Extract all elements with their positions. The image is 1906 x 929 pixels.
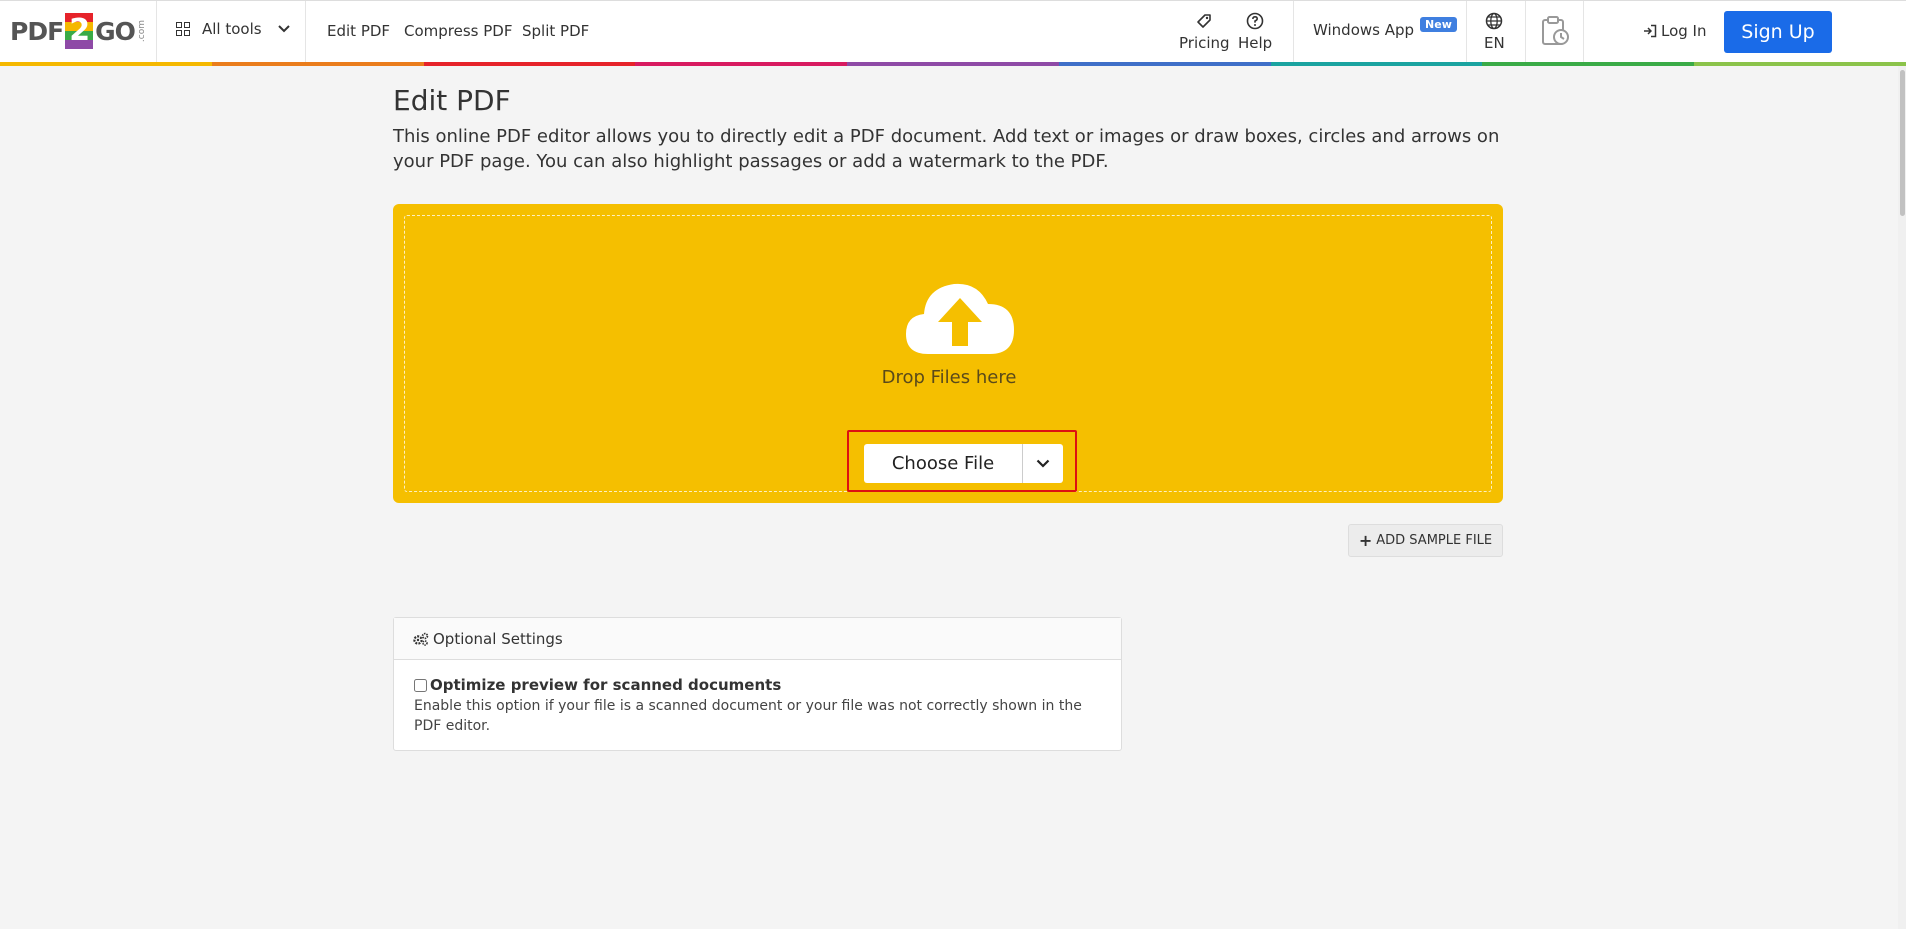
logo-text-com: .com (136, 19, 147, 43)
rainbow-segment (1058, 62, 1271, 66)
choose-file-button[interactable]: Choose File (864, 444, 1023, 483)
pdf2go-logo[interactable]: PDF 2 GO .com (10, 13, 147, 49)
optimize-preview-checkbox[interactable] (414, 678, 427, 692)
rainbow-segment (0, 62, 212, 66)
chevron-down-icon (277, 22, 290, 37)
rainbow-segment (635, 62, 848, 66)
all-tools-label: All tools (202, 20, 262, 38)
drop-files-label: Drop Files here (881, 367, 1017, 388)
page-title: Edit PDF (393, 84, 511, 117)
file-drop-zone[interactable]: Drop Files here Choose File (393, 204, 1503, 503)
logo-text-2: 2 (69, 13, 90, 48)
scrollbar-thumb[interactable] (1900, 70, 1905, 216)
new-badge: New (1420, 16, 1457, 32)
rainbow-segment (423, 62, 636, 66)
divider (1583, 1, 1584, 63)
nav-split-pdf[interactable]: Split PDF (522, 22, 589, 40)
choose-file-button-group[interactable]: Choose File (864, 444, 1063, 483)
divider (305, 1, 306, 63)
add-sample-label: ADD SAMPLE FILE (1376, 533, 1493, 548)
globe-icon (1484, 11, 1504, 31)
nav-compress-pdf[interactable]: Compress PDF (404, 22, 512, 40)
windows-app-label: Windows App (1313, 21, 1415, 39)
rainbow-segment (1694, 62, 1906, 66)
divider (1466, 1, 1467, 63)
pricing-label: Pricing (1179, 34, 1230, 52)
login-link[interactable]: Log In (1643, 22, 1707, 40)
chevron-down-icon (1036, 459, 1050, 468)
rainbow-segment (211, 62, 424, 66)
optimize-preview-help: Enable this option if your file is a sca… (414, 698, 1082, 734)
divider (1293, 1, 1294, 63)
gears-icon (412, 632, 429, 646)
rainbow-stripe (0, 62, 1906, 66)
rainbow-segment (1270, 62, 1483, 66)
login-label: Log In (1661, 22, 1707, 40)
signup-button[interactable]: Sign Up (1724, 11, 1832, 53)
rainbow-segment (1482, 62, 1695, 66)
logo-text-go: GO (95, 16, 136, 46)
logo-two-block: 2 (65, 13, 94, 49)
top-navbar: PDF 2 GO .com All tools Edit PDF Compres… (0, 0, 1906, 63)
sign-in-icon (1643, 24, 1657, 38)
optional-settings-panel: Optional Settings Optimize preview for s… (393, 617, 1122, 751)
help-label: Help (1238, 34, 1273, 52)
optional-settings-title: Optional Settings (433, 629, 563, 648)
language-selector[interactable]: EN (1484, 11, 1505, 52)
history-clipboard-icon[interactable] (1540, 15, 1570, 47)
drop-zone-border: Drop Files here Choose File (404, 215, 1492, 492)
question-circle-icon (1245, 11, 1265, 31)
add-sample-file-button[interactable]: + ADD SAMPLE FILE (1348, 524, 1503, 557)
upload-options-dropdown[interactable] (1023, 444, 1063, 483)
plus-icon: + (1358, 531, 1373, 550)
divider (156, 1, 157, 63)
rainbow-segment (847, 62, 1059, 66)
divider (1525, 1, 1526, 63)
pricing-link[interactable]: Pricing (1179, 11, 1230, 52)
help-link[interactable]: Help (1238, 11, 1272, 52)
all-tools-dropdown[interactable]: All tools (176, 20, 290, 38)
cloud-upload-icon (904, 274, 1016, 358)
page-description: This online PDF editor allows you to dir… (393, 126, 1500, 172)
optimize-preview-option[interactable]: Optimize preview for scanned documents (414, 676, 781, 694)
optional-settings-header: Optional Settings (394, 618, 1121, 660)
windows-app-link[interactable]: Windows App New (1313, 16, 1457, 39)
tag-icon (1194, 11, 1214, 31)
nav-edit-pdf[interactable]: Edit PDF (327, 22, 390, 40)
optimize-preview-label: Optimize preview for scanned documents (430, 676, 782, 694)
logo-text-pdf: PDF (10, 16, 64, 46)
grid-icon (176, 22, 190, 36)
language-label: EN (1484, 34, 1505, 52)
